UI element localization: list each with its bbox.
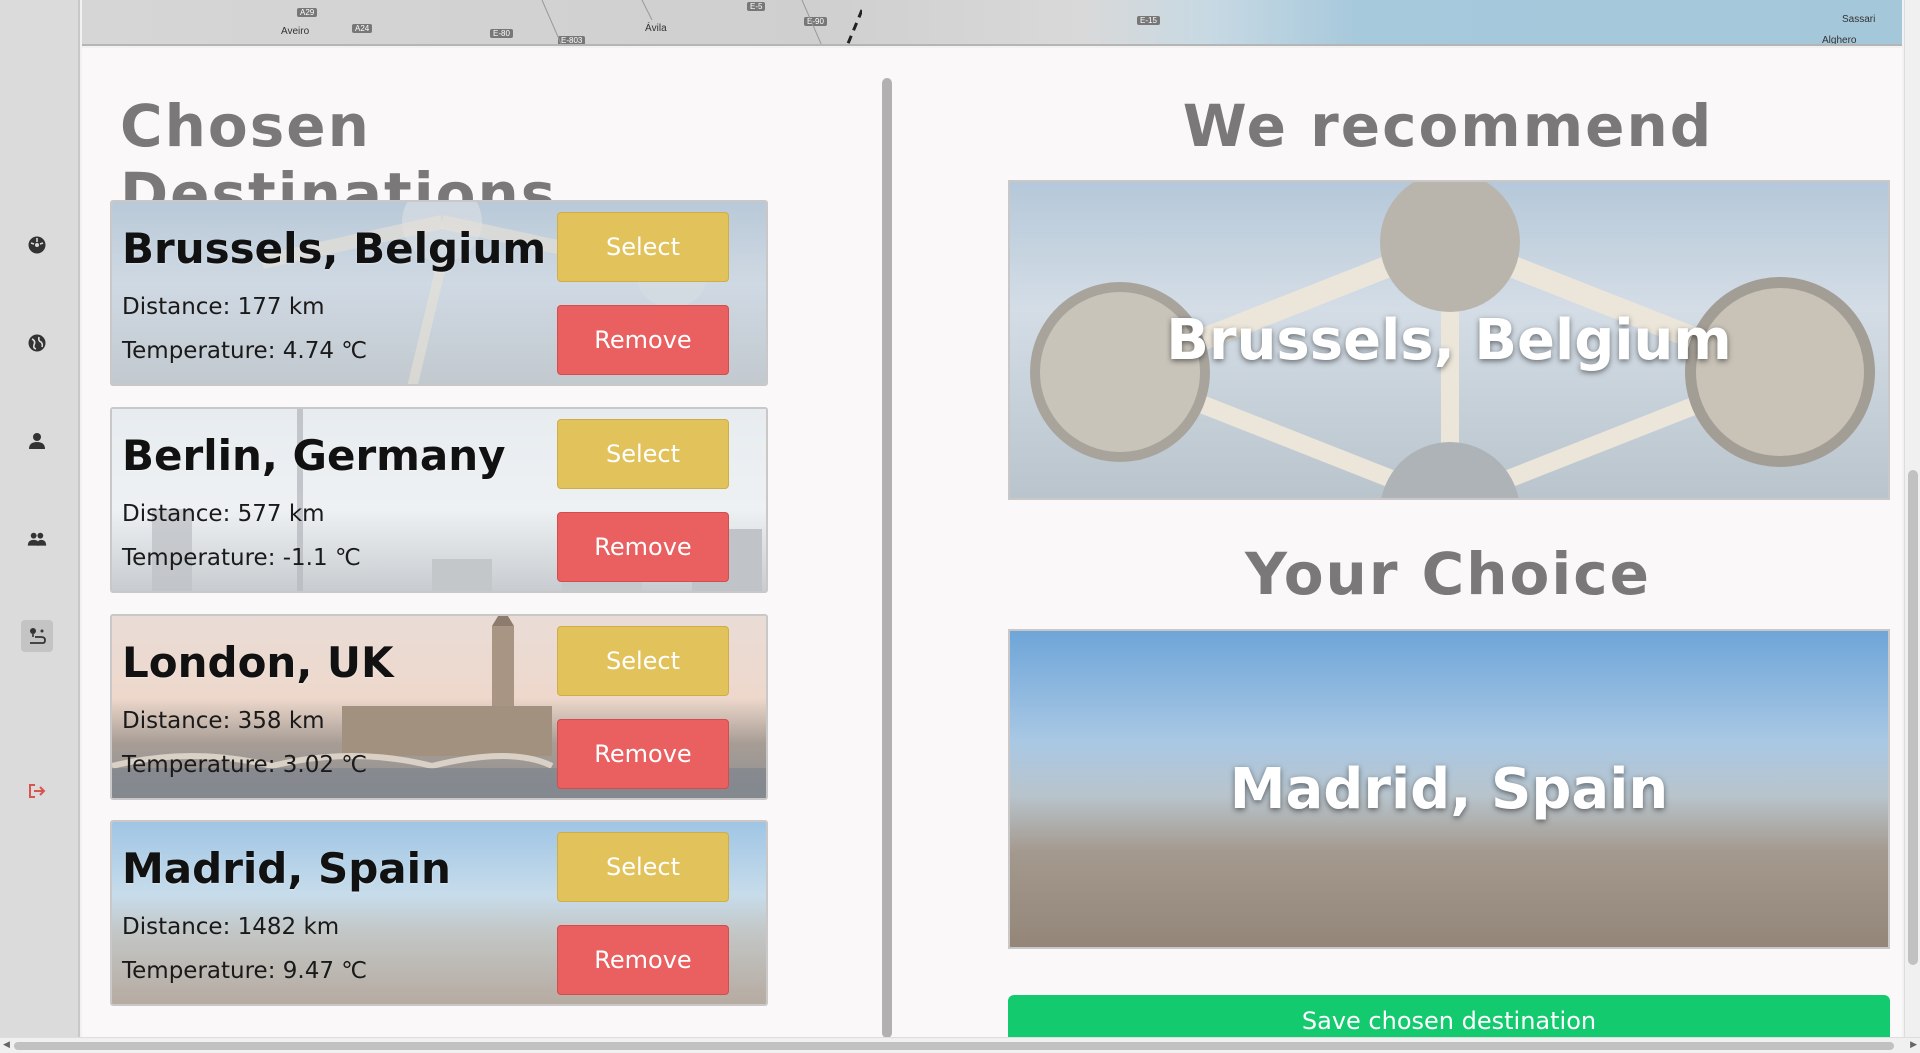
users-icon xyxy=(27,532,47,546)
map-road-shield: A24 xyxy=(352,24,373,33)
map-place-label: Aveiro xyxy=(281,26,310,37)
remove-button[interactable]: Remove xyxy=(557,719,729,789)
destination-card: London, UK Distance: 358 km Temperature:… xyxy=(110,614,768,800)
sidebar-item-explore[interactable] xyxy=(21,327,53,359)
user-icon xyxy=(29,433,45,449)
sidebar-item-profile[interactable] xyxy=(21,425,53,457)
your-choice-heading: Your Choice xyxy=(1245,540,1651,608)
destination-title: London, UK xyxy=(122,638,394,687)
destination-card: Brussels, Belgium Distance: 177 km Tempe… xyxy=(110,200,768,386)
map-road-shield: A29 xyxy=(297,8,318,17)
destination-distance: Distance: 177 km xyxy=(122,294,325,320)
recommended-destination-image[interactable]: Brussels, Belgium xyxy=(1008,180,1890,500)
sidebar-item-dashboard[interactable] xyxy=(21,229,53,261)
destination-distance: Distance: 358 km xyxy=(122,708,325,734)
destination-distance: Distance: 1482 km xyxy=(122,914,340,940)
destination-title: Brussels, Belgium xyxy=(122,224,547,273)
sidebar-item-group[interactable] xyxy=(21,523,53,555)
scroll-right-icon[interactable]: ▶ xyxy=(1910,1040,1917,1050)
destination-temperature: Temperature: 4.74 ℃ xyxy=(122,338,368,364)
vertical-scrollbar[interactable] xyxy=(1904,0,1920,1037)
globe-icon xyxy=(28,334,46,352)
destination-card: Berlin, Germany Distance: 577 km Tempera… xyxy=(110,407,768,593)
destination-temperature: Temperature: 9.47 ℃ xyxy=(122,958,368,984)
horizontal-scroll-thumb[interactable] xyxy=(14,1042,1894,1050)
remove-button[interactable]: Remove xyxy=(557,512,729,582)
select-button[interactable]: Select xyxy=(557,832,729,902)
sidebar-item-destinations[interactable] xyxy=(21,620,53,652)
select-button[interactable]: Select xyxy=(557,626,729,696)
destination-card: Madrid, Spain Distance: 1482 km Temperat… xyxy=(110,820,768,1006)
destination-temperature: Temperature: 3.02 ℃ xyxy=(122,752,368,778)
destination-distance: Distance: 577 km xyxy=(122,501,325,527)
route-icon xyxy=(30,628,46,644)
map-roads xyxy=(541,0,862,44)
horizontal-scrollbar[interactable]: ◀ ▶ xyxy=(0,1037,1920,1053)
recommended-city-label: Brussels, Belgium xyxy=(1166,307,1732,373)
vertical-scroll-thumb[interactable] xyxy=(1908,470,1918,965)
panel-divider xyxy=(882,78,892,1038)
chosen-destination-image[interactable]: Madrid, Spain xyxy=(1008,629,1890,949)
remove-button[interactable]: Remove xyxy=(557,925,729,995)
map-place-label: Sassari xyxy=(1842,14,1876,25)
sidebar xyxy=(0,0,80,1053)
select-button[interactable]: Select xyxy=(557,419,729,489)
select-button[interactable]: Select xyxy=(557,212,729,282)
map-view[interactable]: A29 A24 E-80 E-803 E-5 E-90 E-15 Aveiro … xyxy=(82,0,1902,46)
map-road-shield: E-15 xyxy=(1137,16,1160,25)
map-place-label: Alghero xyxy=(1822,35,1857,46)
destination-temperature: Temperature: -1.1 ℃ xyxy=(122,545,361,571)
scroll-left-icon[interactable]: ◀ xyxy=(3,1040,10,1050)
logout-icon xyxy=(29,784,46,798)
dashboard-icon xyxy=(28,236,46,254)
sidebar-item-logout[interactable] xyxy=(21,775,53,807)
chosen-city-label: Madrid, Spain xyxy=(1229,756,1669,822)
recommend-heading: We recommend xyxy=(1182,92,1714,160)
remove-button[interactable]: Remove xyxy=(557,305,729,375)
destination-title: Madrid, Spain xyxy=(122,844,451,893)
destination-title: Berlin, Germany xyxy=(122,431,506,480)
